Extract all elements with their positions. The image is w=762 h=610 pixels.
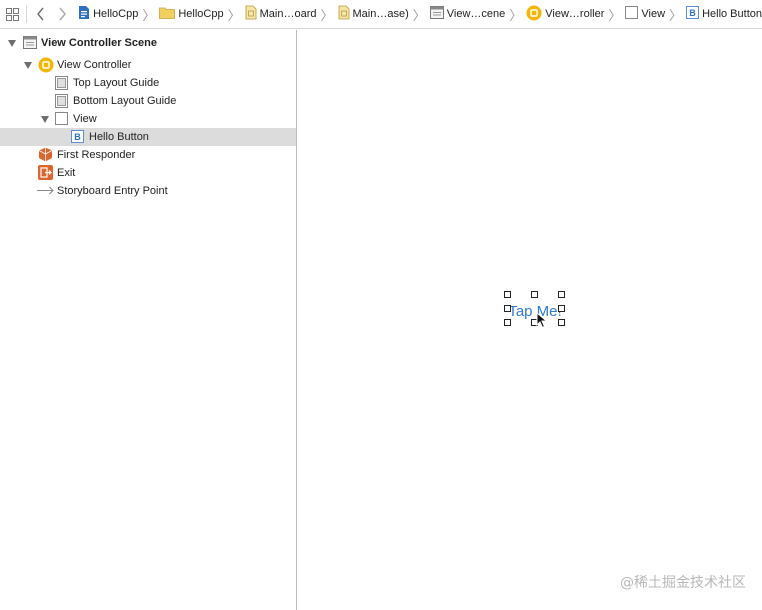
outline-item-label: Storyboard Entry Point	[57, 185, 168, 197]
outline-item-label: Bottom Layout Guide	[73, 95, 177, 107]
crumb-label: Main…ase)	[352, 8, 409, 20]
outline-item-label: Exit	[57, 167, 76, 179]
outline-item-label: Top Layout Guide	[73, 77, 160, 89]
crumb-label: View	[641, 8, 666, 20]
disclosure-triangle-icon[interactable]	[24, 62, 32, 69]
exit-icon	[38, 165, 53, 183]
chevron-right-icon: 〉	[412, 7, 426, 23]
watermark: @稀土掘金技术社区	[620, 575, 746, 591]
resize-handle[interactable]	[504, 291, 511, 298]
outline-item-label: View Controller	[57, 59, 132, 71]
outline-item-first-responder[interactable]: First Responder	[0, 146, 296, 164]
crumb-scene[interactable]: View…cene	[429, 0, 506, 28]
crumb-storyboard[interactable]: Main…oard	[245, 0, 317, 28]
chevron-right-icon: 〉	[509, 7, 523, 23]
storyboard-canvas[interactable]: Tap Me! @稀土掘金技术社区	[298, 30, 762, 610]
svg-text:B: B	[74, 132, 81, 142]
outline-item-view-controller[interactable]: View Controller	[0, 56, 296, 74]
layout-guide-icon	[55, 76, 68, 93]
outline-item-scene[interactable]: View Controller Scene	[0, 34, 296, 52]
crumb-label: Main…oard	[259, 8, 317, 20]
chevron-right-icon: 〉	[669, 7, 683, 23]
resize-handle[interactable]	[504, 305, 511, 312]
layout-guide-icon	[55, 94, 68, 111]
entry-point-arrow-icon	[37, 186, 55, 198]
crumb-label: View…roller	[545, 8, 605, 20]
outline-item-label: Hello Button	[89, 131, 149, 143]
outline-item-label: View Controller Scene	[41, 37, 157, 49]
chevron-right-icon: 〉	[608, 7, 622, 23]
chevron-right-icon: 〉	[320, 7, 334, 23]
svg-text:B: B	[689, 8, 696, 18]
outline-item-label: View	[73, 113, 97, 125]
scene-icon	[23, 36, 37, 52]
crumb-button[interactable]: B Hello Button	[686, 0, 762, 28]
crumb-label: Hello Button	[702, 8, 762, 20]
disclosure-triangle-icon[interactable]	[41, 116, 49, 123]
resize-handle[interactable]	[558, 291, 565, 298]
disclosure-triangle-icon[interactable]	[8, 40, 16, 47]
scene-icon	[429, 6, 444, 22]
crumb-storyboard-base[interactable]: Main…ase)	[338, 0, 409, 28]
view-icon	[55, 112, 68, 128]
outline-item-exit[interactable]: Exit	[0, 164, 296, 182]
button-icon: B	[686, 6, 700, 22]
outline-item-bottom-layout-guide[interactable]: Bottom Layout Guide	[0, 92, 296, 110]
outline-item-top-layout-guide[interactable]: Top Layout Guide	[0, 74, 296, 92]
crumb-label: View…cene	[446, 8, 506, 20]
jump-bar: HelloCpp 〉 HelloCpp 〉 Main…oard 〉 Main…a…	[0, 0, 762, 29]
breadcrumb: HelloCpp 〉 HelloCpp 〉 Main…oard 〉 Main…a…	[78, 0, 762, 28]
crumb-label: HelloCpp	[178, 8, 224, 20]
chevron-right-icon: 〉	[142, 7, 156, 23]
forward-arrow-icon[interactable]	[52, 0, 75, 28]
crumb-folder[interactable]: HelloCpp	[159, 0, 224, 28]
divider	[26, 5, 28, 23]
button-icon: B	[71, 130, 84, 146]
outline-item-storyboard-entry-point[interactable]: Storyboard Entry Point	[0, 182, 296, 200]
view-controller-icon	[526, 5, 542, 24]
first-responder-icon	[38, 147, 53, 165]
chevron-right-icon: 〉	[227, 7, 241, 23]
outline-item-label: First Responder	[57, 149, 136, 161]
project-icon	[78, 5, 90, 23]
crumb-view-controller[interactable]: View…roller	[526, 0, 604, 28]
outline-item-view[interactable]: View	[0, 110, 296, 128]
crumb-project[interactable]: HelloCpp	[78, 0, 138, 28]
view-icon	[625, 6, 639, 22]
resize-handle[interactable]	[531, 291, 538, 298]
folder-icon	[159, 6, 176, 22]
mouse-cursor-icon	[536, 311, 548, 332]
crumb-label: HelloCpp	[93, 8, 139, 20]
crumb-view[interactable]: View	[625, 0, 665, 28]
outline-item-hello-button[interactable]: B Hello Button	[0, 128, 296, 146]
storyboard-base-icon	[338, 5, 350, 23]
resize-handle[interactable]	[504, 319, 511, 326]
back-arrow-icon[interactable]	[29, 0, 52, 28]
storyboard-file-icon	[245, 5, 257, 23]
resize-handle[interactable]	[558, 305, 565, 312]
related-items-grid-icon[interactable]	[0, 0, 24, 28]
document-outline: View Controller Scene View Controller To…	[0, 30, 297, 610]
resize-handle[interactable]	[558, 319, 565, 326]
